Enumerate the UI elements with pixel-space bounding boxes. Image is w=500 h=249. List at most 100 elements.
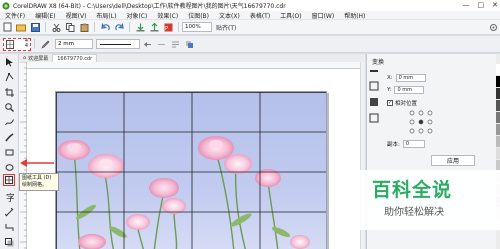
zoom-level-combo[interactable]: 100%	[182, 22, 212, 32]
palette-swatch[interactable]	[496, 64, 500, 75]
watermark-title: 百科全说	[372, 179, 453, 201]
palette-swatch[interactable]	[496, 112, 500, 123]
docker-title: 变换	[372, 59, 385, 66]
drawing-canvas[interactable]	[27, 69, 365, 249]
menu-window[interactable]: 窗口(W)	[307, 11, 340, 20]
export-icon[interactable]	[149, 22, 160, 33]
toolbox: 字	[0, 54, 19, 249]
document-tabs: ⌂ 欢迎屏幕 16679770.cdr	[19, 54, 365, 62]
open-folder-icon[interactable]	[16, 22, 27, 33]
title-bar: CorelDRAW X8 (64-Bit) - C:\Users\dell\De…	[0, 0, 500, 11]
menu-file[interactable]: 文件(F)	[0, 11, 30, 20]
redo-icon[interactable]	[114, 22, 125, 33]
close-button[interactable]: ✕	[492, 0, 498, 11]
anchor-grid[interactable]	[409, 110, 433, 134]
tab-welcome-label: 欢迎屏幕	[28, 55, 49, 62]
wrap-text-icon[interactable]	[170, 39, 181, 50]
tab-welcome-screen[interactable]: ⌂ 欢迎屏幕	[19, 54, 52, 62]
palette-swatch[interactable]	[496, 148, 500, 159]
import-icon[interactable]	[135, 22, 146, 33]
save-icon[interactable]	[30, 22, 41, 33]
menu-bar: 文件(F) 编辑(E) 视图(V) 布局(L) 对象(C) 效果(C) 位图(B…	[0, 11, 500, 20]
palette-swatch[interactable]	[496, 136, 500, 147]
shape-tool-icon[interactable]	[3, 71, 15, 83]
apply-button[interactable]: 应用	[431, 155, 475, 166]
vertical-ruler[interactable]	[19, 61, 27, 249]
docker-side-icons	[369, 70, 379, 134]
arrow-end-icon[interactable]	[156, 39, 167, 50]
menu-bitmaps[interactable]: 位图(B)	[183, 11, 214, 20]
graph-paper-small-icon	[6, 39, 14, 49]
line-style-combo[interactable]	[96, 39, 140, 49]
drop-shadow-icon[interactable]	[3, 236, 15, 248]
parallel-dimension-icon[interactable]	[3, 206, 15, 218]
zoom-tool-icon[interactable]	[3, 101, 15, 113]
connector-tool-icon[interactable]	[3, 221, 15, 233]
palette-swatch[interactable]	[496, 88, 500, 99]
to-front-icon[interactable]	[184, 39, 195, 50]
paste-icon[interactable]	[79, 22, 90, 33]
copies-field[interactable]: 0	[402, 140, 425, 148]
x-position-field[interactable]: 0 mm	[395, 74, 426, 82]
menu-effects[interactable]: 效果(C)	[152, 11, 183, 20]
toolbar-separator	[34, 39, 35, 49]
pick-tool-icon[interactable]	[3, 56, 15, 68]
tooltip-title: 图纸工具 (D)	[22, 175, 52, 181]
snap-to-label[interactable]: 贴齐(T)	[216, 23, 236, 32]
tab-document[interactable]: 16679770.cdr	[52, 54, 98, 62]
toolbar-separator	[94, 22, 95, 32]
copies-label: 副本:	[387, 142, 400, 148]
copy-icon[interactable]	[65, 22, 76, 33]
text-tool-icon[interactable]: 字	[3, 191, 15, 203]
coreldraw-window: CorelDRAW X8 (64-Bit) - C:\Users\dell\De…	[0, 0, 500, 249]
red-arrow-annotation	[20, 159, 54, 167]
graph-paper-tool-icon[interactable]	[3, 174, 15, 186]
horizontal-ruler[interactable]	[26, 62, 365, 77]
publish-pdf-icon[interactable]: P	[163, 22, 174, 33]
arrow-start-icon[interactable]	[142, 39, 153, 50]
maximize-button[interactable]: □	[478, 0, 485, 11]
menu-layout[interactable]: 布局(L)	[91, 11, 121, 20]
cut-icon[interactable]	[51, 22, 62, 33]
crop-tool-icon[interactable]	[3, 86, 15, 98]
menu-table[interactable]: 表格(T)	[245, 11, 275, 20]
toolbar-separator	[45, 22, 46, 32]
rectangle-tool-icon[interactable]	[3, 146, 15, 158]
toolbar-separator	[129, 22, 130, 32]
tab-document-label: 16679770.cdr	[57, 55, 93, 62]
grid-columns-value[interactable]: 4	[25, 44, 28, 49]
home-icon: ⌂	[23, 55, 27, 61]
undo-icon[interactable]	[100, 22, 111, 33]
ellipse-tool-icon[interactable]	[3, 161, 15, 173]
graph-paper-grid[interactable]	[56, 92, 327, 249]
document-page[interactable]	[55, 91, 327, 249]
palette-swatch[interactable]	[496, 124, 500, 135]
outline-width-combo[interactable]: 2 mm	[55, 39, 93, 49]
watermark-subtitle: 助你轻松解决	[384, 207, 444, 218]
new-document-icon[interactable]	[2, 22, 13, 33]
menu-tools[interactable]: 工具(O)	[275, 11, 306, 20]
ruler-ticks	[20, 61, 27, 249]
menu-help[interactable]: 帮助(H)	[339, 11, 370, 20]
svg-text:字: 字	[6, 193, 14, 202]
tool-tooltip: 图纸工具 (D) 绘制网格。	[19, 173, 59, 191]
freehand-tool-icon[interactable]	[3, 116, 15, 128]
tooltip-description: 绘制网格。	[22, 182, 48, 188]
svg-text:P: P	[165, 26, 168, 32]
y-label: Y:	[387, 87, 392, 93]
menu-text[interactable]: 文本(X)	[214, 11, 245, 20]
relative-position-checkbox[interactable]: ✓	[387, 100, 393, 106]
artistic-media-icon[interactable]	[3, 131, 15, 143]
y-position-field[interactable]: 0 mm	[394, 86, 425, 94]
window-title: CorelDRAW X8 (64-Bit) - C:\Users\dell\De…	[13, 3, 286, 10]
pen-icon[interactable]	[40, 39, 51, 50]
palette-swatch[interactable]	[496, 76, 500, 87]
minimize-button[interactable]: —	[463, 0, 470, 11]
property-bar: 4 4 2 mm	[0, 36, 500, 53]
menu-view[interactable]: 视图(V)	[61, 11, 92, 20]
menu-edit[interactable]: 编辑(E)	[30, 11, 60, 20]
grid-rows-columns-spinner[interactable]: 4 4	[3, 37, 31, 51]
palette-swatch[interactable]	[496, 100, 500, 111]
options-icon[interactable]	[488, 22, 499, 33]
menu-object[interactable]: 对象(C)	[121, 11, 152, 20]
